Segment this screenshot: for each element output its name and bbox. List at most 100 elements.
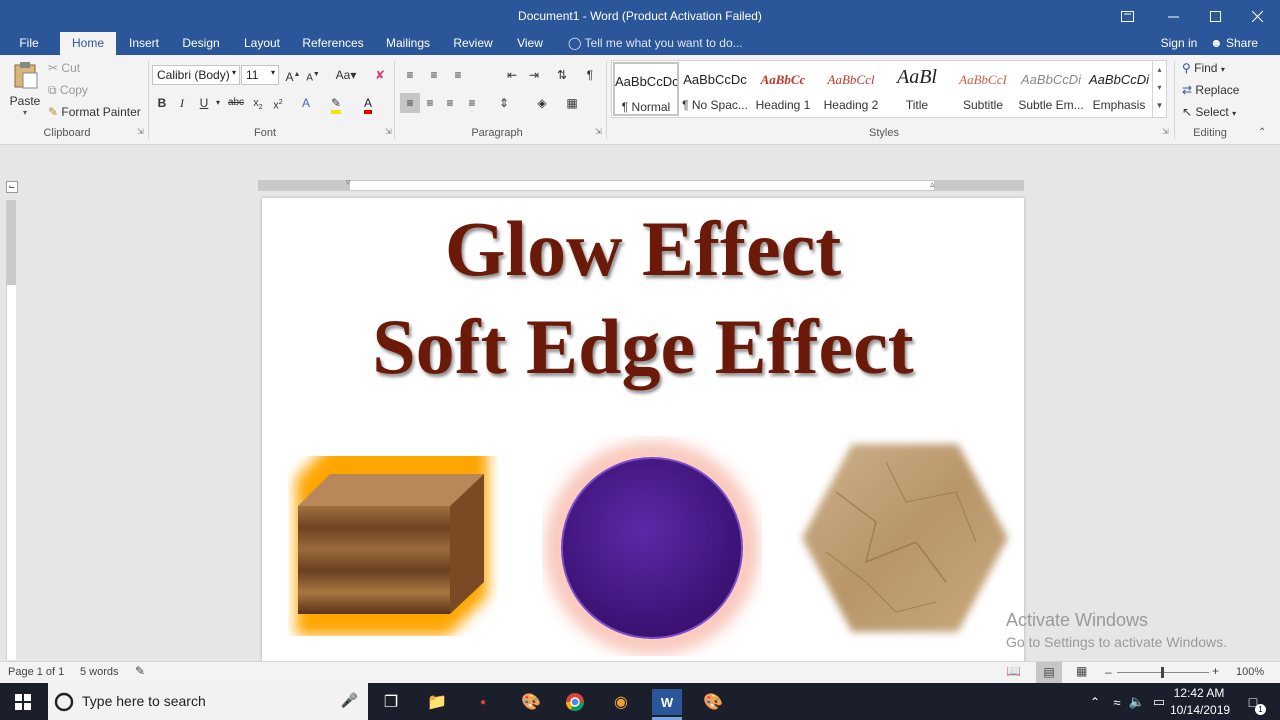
clear-formatting-icon[interactable]: ✘ — [370, 65, 390, 85]
cut-button[interactable]: ✂ Cut — [48, 61, 80, 75]
tab-file[interactable]: File — [10, 32, 48, 55]
sort-icon[interactable]: ⇅ — [552, 65, 572, 85]
highlight-button[interactable]: ✎ — [326, 93, 346, 114]
right-indent-marker-icon[interactable]: ▵ — [930, 179, 935, 190]
zoom-slider[interactable] — [1117, 667, 1209, 678]
format-painter-button[interactable]: ✎ Format Painter — [48, 105, 141, 119]
print-layout-icon[interactable]: ▤ — [1036, 662, 1062, 683]
document-page[interactable]: Glow Effect Soft Edge Effect — [262, 198, 1024, 668]
tell-me-box[interactable]: ◯ Tell me what you want to do... — [568, 36, 743, 50]
close-button[interactable] — [1234, 0, 1280, 32]
word-count[interactable]: 5 words — [80, 666, 119, 678]
decrease-indent-icon[interactable]: ⇤ — [502, 65, 522, 85]
tab-design[interactable]: Design — [178, 32, 224, 55]
paint-palette-icon[interactable]: 🎨 — [700, 689, 726, 715]
italic-button[interactable]: I — [172, 93, 192, 113]
web-layout-icon[interactable]: ▦ — [1076, 664, 1087, 678]
taskbar-search-box[interactable]: Type here to search 🎤 — [48, 683, 368, 720]
word-app-icon[interactable]: W — [652, 689, 682, 715]
proofing-icon[interactable]: ✎ — [135, 664, 145, 678]
paint-icon[interactable]: 🎨 — [518, 689, 544, 715]
show-formatting-icon[interactable]: ¶ — [580, 65, 600, 85]
file-explorer-icon[interactable]: 📁 — [424, 689, 450, 715]
battery-icon[interactable]: ▭ — [1146, 689, 1172, 715]
paste-button[interactable]: Paste ▾ — [8, 61, 42, 121]
windows-start-button[interactable] — [10, 689, 36, 715]
font-size-combo[interactable]: 11 ▾ — [241, 65, 279, 85]
tab-review[interactable]: Review — [450, 32, 496, 55]
select-button[interactable]: ↖ Select ▾ — [1182, 105, 1236, 119]
ribbon-display-options-button[interactable] — [1104, 0, 1150, 32]
strikethrough-button[interactable]: abc — [226, 93, 246, 113]
replace-button[interactable]: ⇄ Replace — [1182, 83, 1239, 97]
indent-marker-icon[interactable]: ▿ — [346, 177, 351, 188]
vertical-scrollbar[interactable] — [1264, 145, 1280, 661]
style-subtle-emphasis[interactable]: AaBbCcDi Subtle Em... — [1018, 62, 1084, 116]
sign-in-link[interactable]: Sign in — [1156, 32, 1202, 55]
borders-icon[interactable]: ▦ — [562, 93, 582, 113]
paste-dropdown-arrow[interactable]: ▾ — [8, 108, 42, 117]
purple-circle-shape[interactable] — [542, 436, 762, 656]
change-case-button[interactable]: Aa▾ — [332, 65, 360, 85]
find-button[interactable]: ⚲ Find ▾ — [1182, 61, 1225, 75]
microphone-icon[interactable]: 🎤 — [341, 692, 358, 709]
tab-mailings[interactable]: Mailings — [380, 32, 436, 55]
style-heading-1[interactable]: AaBbCc Heading 1 — [750, 62, 816, 116]
font-name-combo[interactable]: Calibri (Body) ▾ — [152, 65, 240, 85]
read-mode-icon[interactable]: 📖 — [1006, 664, 1021, 678]
app-icon[interactable]: ● — [470, 689, 496, 715]
page-count[interactable]: Page 1 of 1 — [8, 666, 64, 678]
style-normal[interactable]: AaBbCcDc ¶ Normal — [613, 62, 679, 116]
align-left-icon[interactable]: ≡ — [400, 93, 420, 113]
superscript-button[interactable]: x2 — [268, 93, 288, 113]
zoom-level[interactable]: 100% — [1236, 666, 1264, 678]
text-effects-button[interactable]: A — [296, 93, 316, 113]
collapse-ribbon-icon[interactable]: ⌃ — [1258, 127, 1266, 138]
styles-launcher-icon[interactable]: ⇲ — [1162, 127, 1169, 136]
font-color-button[interactable]: A — [358, 93, 378, 114]
style-emphasis[interactable]: AaBbCcDi Emphasis — [1086, 62, 1152, 116]
line-spacing-icon[interactable]: ⇕ — [494, 93, 514, 113]
clipboard-launcher-icon[interactable]: ⇲ — [137, 127, 144, 136]
chevron-down-icon[interactable]: ▾ — [1153, 79, 1166, 97]
underline-dropdown-icon[interactable]: ▾ — [208, 93, 228, 113]
tab-layout[interactable]: Layout — [240, 32, 284, 55]
style-title[interactable]: AaBl Title — [884, 62, 950, 116]
minimize-button[interactable] — [1150, 0, 1196, 32]
tab-selector-icon[interactable]: ⌙ — [6, 181, 18, 193]
align-right-icon[interactable]: ≡ — [440, 93, 460, 113]
tab-references[interactable]: References — [300, 32, 366, 55]
browser-shield-icon[interactable]: ◉ — [608, 689, 634, 715]
chrome-icon[interactable] — [562, 689, 588, 715]
subscript-button[interactable]: x2 — [248, 93, 268, 113]
zoom-slider-thumb[interactable] — [1161, 667, 1164, 678]
paragraph-launcher-icon[interactable]: ⇲ — [595, 127, 602, 136]
shading-icon[interactable]: ◈ — [532, 93, 552, 113]
more-icon[interactable]: ▼ — [1153, 97, 1166, 115]
align-center-icon[interactable]: ≡ — [420, 93, 440, 113]
font-launcher-icon[interactable]: ⇲ — [385, 127, 392, 136]
shrink-font-button[interactable]: A▼ — [303, 65, 323, 85]
notification-icon[interactable]: □ 1 — [1240, 689, 1266, 715]
share-button[interactable]: ☻ Share — [1206, 32, 1262, 55]
zoom-out-button[interactable]: – — [1105, 665, 1112, 679]
copy-button[interactable]: ⧉ Copy — [48, 83, 88, 98]
style-heading-2[interactable]: AaBbCcl Heading 2 — [818, 62, 884, 116]
chevron-up-icon[interactable]: ▴ — [1153, 61, 1166, 79]
numbering-icon[interactable]: ≡ — [424, 65, 444, 85]
maximize-button[interactable] — [1192, 0, 1238, 32]
tab-home[interactable]: Home — [60, 32, 116, 55]
bold-button[interactable]: B — [152, 93, 172, 113]
tab-insert[interactable]: Insert — [124, 32, 164, 55]
grow-font-button[interactable]: A▲ — [283, 65, 303, 85]
multilevel-list-icon[interactable]: ≡ — [448, 65, 468, 85]
zoom-in-button[interactable]: + — [1212, 664, 1219, 678]
bullets-icon[interactable]: ≡ — [400, 65, 420, 85]
style-no-spacing[interactable]: AaBbCcDc ¶ No Spac... — [682, 62, 748, 116]
justify-icon[interactable]: ≡ — [462, 93, 482, 113]
styles-scroll[interactable]: ▴ ▾ ▼ — [1152, 61, 1166, 117]
clock-date[interactable]: 10/14/2019 — [1170, 703, 1230, 717]
style-subtitle[interactable]: AaBbCcI Subtitle — [950, 62, 1016, 116]
tab-view[interactable]: View — [510, 32, 550, 55]
crumpled-paper-shape[interactable] — [796, 432, 1016, 652]
